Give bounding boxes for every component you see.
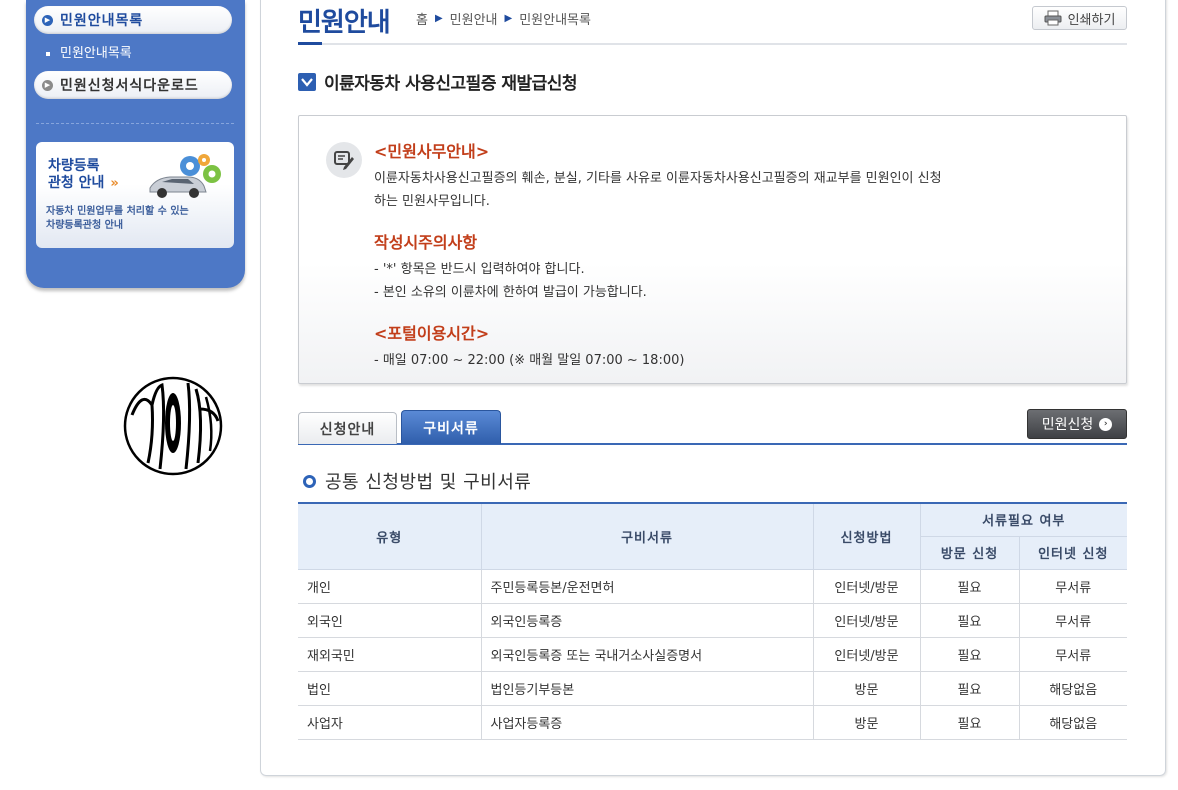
table-row: 개인 주민등록등본/운전면허 인터넷/방문 필요 무서류 [298,569,1127,604]
sidebar-menu-label: 민원신청서식다운로드 [60,78,199,94]
cell-method: 방문 [812,705,920,740]
cell-type: 외국인 [298,603,481,638]
sidebar-menu-forms-download[interactable]: ▶ 민원신청서식다운로드 [34,71,232,99]
caution-line: - 본인 소유의 이륜차에 한하여 발급이 가능합니다. [374,285,647,300]
sidebar-divider [36,123,234,124]
banner-title-line2: 관청 안내 [48,175,105,191]
cell-type: 사업자 [298,705,481,740]
cell-internet: 무서류 [1018,603,1127,638]
print-button[interactable]: 인쇄하기 [1032,6,1127,30]
title-underline-accent [298,42,322,45]
info-box: <민원사무안내> 이륜자동차사용신고필증의 훼손, 분실, 기타를 사유로 이륜… [298,115,1127,384]
caution-line: - '*' 항목은 반드시 입력하여야 합니다. [374,262,585,277]
hours-heading: <포털이용시간> [374,324,490,343]
checkbox-icon [298,72,316,91]
info-content: <민원사무안내> 이륜자동차사용신고필증의 훼손, 분실, 기타를 사유로 이륜… [374,138,1094,388]
required-documents-table: 유형 구비서류 신청방법 서류필요 여부 방문 신청 인터넷 신청 개인 주민등… [298,502,1127,740]
cell-docs: 외국인등록증 [480,603,813,638]
office-info-line: 이륜자동차사용신고필증의 훼손, 분실, 기타를 사유로 이륜자동차사용신고필증… [374,171,942,186]
sidebar-menu-guide-list[interactable]: ▶ 민원안내목록 [34,6,232,34]
page-title: 민원안내 [298,8,391,38]
cell-method: 인터넷/방문 [812,603,920,638]
cell-visit: 필요 [919,637,1019,672]
sidebar-subitem-guide-list[interactable]: 민원안내목록 [46,42,132,61]
header-documents: 구비서류 [480,502,814,570]
cell-docs: 외국인등록증 또는 국내거소사실증명서 [480,637,813,672]
header-method: 신청방법 [812,502,921,570]
hours-info-block: <포털이용시간> - 매일 07:00 ~ 22:00 (※ 매월 말일 07:… [374,320,1094,372]
banner-title: 차량등록 관청 안내 » [48,158,119,192]
double-chevron-icon: » [110,176,119,191]
header-visit: 방문 신청 [920,535,1020,570]
chevron-right-icon: ▶ [504,13,513,24]
cell-method: 방문 [812,671,920,706]
table-row: 법인 법인등기부등본 방문 필요 해당없음 [298,671,1127,706]
chevron-right-icon: › [1099,417,1113,431]
cell-internet: 무서류 [1018,569,1127,604]
sidebar-subitem-label: 민원안내목록 [60,46,132,61]
tab-application-guide[interactable]: 신청안내 [298,412,397,444]
cell-type: 개인 [298,569,481,604]
cell-docs: 법인등기부등본 [480,671,813,706]
cell-type: 재외국민 [298,637,481,672]
office-info-line: 하는 민원사무입니다. [374,194,490,209]
stamp-logo [123,376,223,476]
tab-required-documents[interactable]: 구비서류 [401,410,501,444]
table-row: 사업자 사업자등록증 방문 필요 해당없음 [298,705,1127,740]
cell-visit: 필요 [919,603,1019,638]
breadcrumb-guide[interactable]: 민원안내 [450,9,498,28]
banner-description: 자동차 민원업무를 처리할 수 있는 차량등록관청 안내 [46,205,189,233]
chevron-right-icon: ▶ [434,13,443,24]
apply-button-label: 민원신청 [1041,417,1094,433]
docs-section-title: 공통 신청방법 및 구비서류 [303,468,531,494]
cell-method: 인터넷/방문 [812,637,920,672]
cell-type: 법인 [298,671,481,706]
cell-visit: 필요 [919,569,1019,604]
ring-bullet-icon [303,474,316,488]
banner-desc-line2: 차량등록관청 안내 [46,220,124,231]
car-gear-icon [149,154,221,198]
header-type: 유형 [298,502,482,570]
header-internet: 인터넷 신청 [1018,535,1127,570]
cell-docs: 사업자등록증 [480,705,813,740]
breadcrumb-home[interactable]: 홈 [416,9,428,28]
memo-pen-icon [326,142,362,178]
hours-line: - 매일 07:00 ~ 22:00 (※ 매월 말일 07:00 ~ 18:0… [374,353,685,368]
print-button-label: 인쇄하기 [1067,12,1116,28]
cell-method: 인터넷/방문 [812,569,920,604]
breadcrumb-guide-list[interactable]: 민원안내목록 [519,9,591,28]
cell-visit: 필요 [919,705,1019,740]
cell-internet: 해당없음 [1018,705,1127,740]
section-title-text: 이륜자동차 사용신고필증 재발급신청 [324,74,578,94]
cell-docs: 주민등록등본/운전면허 [480,569,813,604]
left-sidebar: ▶ 민원안내목록 민원안내목록 ▶ 민원신청서식다운로드 차량등록 관청 안내 »… [26,0,245,288]
banner-title-line1: 차량등록 [48,158,100,174]
cell-internet: 무서류 [1018,637,1127,672]
sidebar-menu-label: 민원안내목록 [60,13,144,29]
section-title: 이륜자동차 사용신고필증 재발급신청 [298,69,578,94]
cell-visit: 필요 [919,671,1019,706]
table-row: 외국인 외국인등록증 인터넷/방문 필요 무서류 [298,603,1127,638]
circle-arrow-icon: ▶ [42,79,53,91]
banner-desc-line1: 자동차 민원업무를 처리할 수 있는 [46,206,189,217]
square-bullet-icon [46,51,50,56]
caution-info-block: 작성시주의사항 - '*' 항목은 반드시 입력하여야 합니다. - 본인 소유… [374,229,1094,304]
registration-office-banner[interactable]: 차량등록 관청 안내 » 자동차 민원업무를 처리할 수 있는 차량등록관청 안내 [36,142,234,248]
breadcrumb: 홈 ▶ 민원안내 ▶ 민원안내목록 [416,9,591,28]
cell-internet: 해당없음 [1018,671,1127,706]
docs-section-title-text: 공통 신청방법 및 구비서류 [325,472,532,493]
table-row: 재외국민 외국인등록증 또는 국내거소사실증명서 인터넷/방문 필요 무서류 [298,637,1127,672]
circle-arrow-icon: ▶ [42,14,53,26]
apply-button[interactable]: 민원신청 › [1027,409,1127,439]
office-info-heading: <민원사무안내> [374,142,490,161]
printer-icon [1044,10,1062,26]
title-underline [298,43,1127,45]
caution-heading: 작성시주의사항 [374,233,478,252]
office-info-block: <민원사무안내> 이륜자동차사용신고필증의 훼손, 분실, 기타를 사유로 이륜… [374,138,1094,213]
header-documents-needed: 서류필요 여부 [919,502,1127,537]
